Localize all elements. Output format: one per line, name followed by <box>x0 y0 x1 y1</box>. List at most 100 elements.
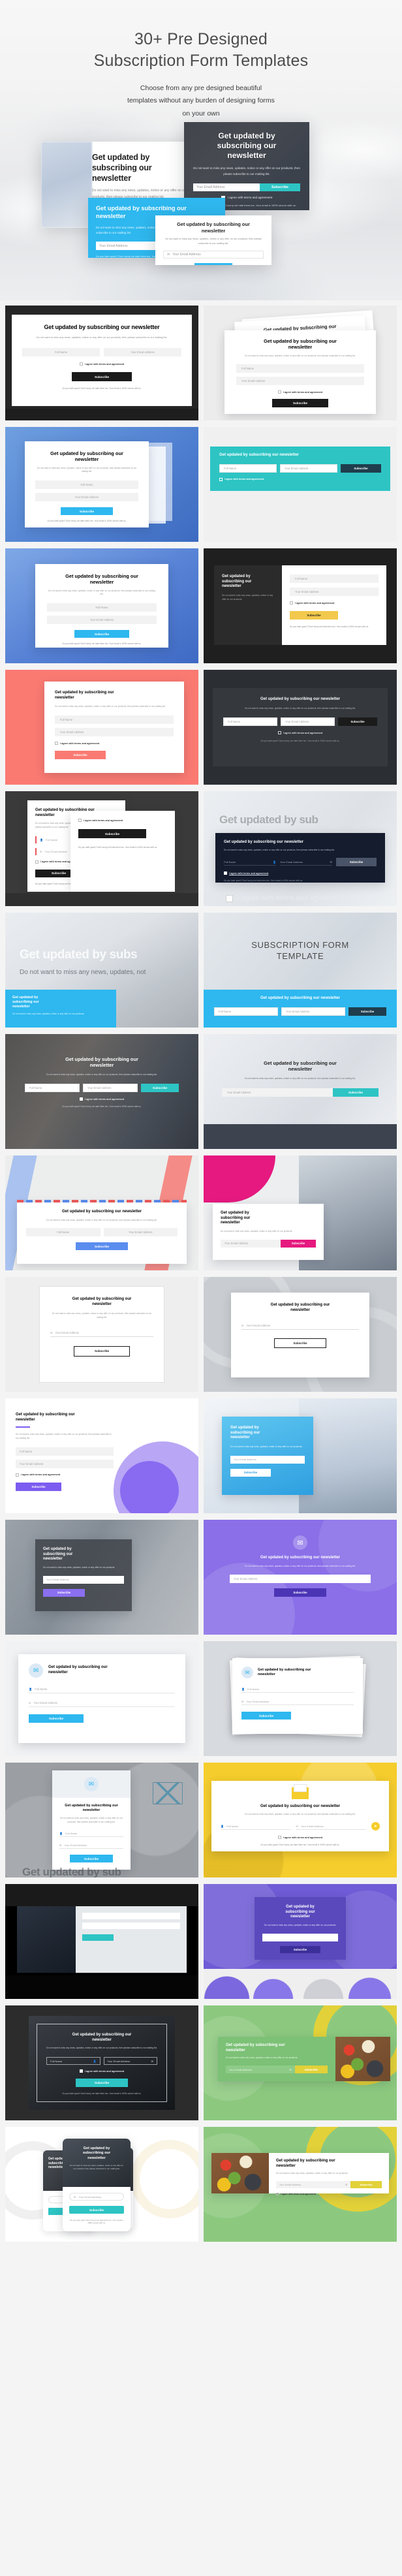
agree-checkbox-row[interactable]: I agree with terms and agreement <box>219 477 381 481</box>
template-tile[interactable]: Get updated by subscribing our newslette… <box>5 791 198 906</box>
subscribe-button[interactable]: Subscribe <box>72 372 132 382</box>
template-tile[interactable]: Get updated by subscribing our newslette… <box>204 1884 397 1999</box>
email-input[interactable]: Your Email Address <box>55 728 174 737</box>
email-input[interactable]: Your Email Address <box>103 1228 178 1237</box>
template-tile[interactable]: Get updated by subscribing our newslette… <box>204 2005 397 2120</box>
email-input[interactable]: ✉ Your Email Address <box>50 1329 153 1337</box>
agree-checkbox-row[interactable]: I agree with terms and agreement <box>236 390 364 394</box>
subscribe-button[interactable]: Subscribe <box>76 1242 128 1251</box>
subscribe-button[interactable]: Subscribe <box>55 751 106 760</box>
checkbox-icon[interactable] <box>79 2069 83 2073</box>
email-input[interactable]: Your Email Address <box>236 377 364 386</box>
subscribe-button[interactable]: Subscribe <box>29 1714 84 1723</box>
agree-checkbox-row-large[interactable]: I agree with terms and agreement <box>226 894 344 902</box>
subscribe-button[interactable]: Subscribe <box>69 2206 124 2214</box>
template-tile[interactable]: Get updated by subscribing our newslette… <box>204 427 397 542</box>
name-input[interactable]: Full Name 👤 <box>224 858 276 866</box>
subscribe-button[interactable]: Subscribe <box>241 1712 291 1720</box>
email-input[interactable]: Your Email Address <box>280 463 337 473</box>
name-input[interactable]: Full Name <box>223 717 277 727</box>
email-input[interactable]: Your Email Address ✉ <box>276 2181 350 2189</box>
subscribe-button[interactable]: Subscribe <box>43 1588 85 1597</box>
email-input[interactable]: Your Email Address <box>281 717 335 727</box>
agree-checkbox-row[interactable]: I agree with terms and agreement <box>55 742 174 746</box>
subscribe-button[interactable]: Subscribe <box>280 1945 320 1953</box>
template-tile[interactable]: Get updated by subscribing our newslette… <box>5 427 198 542</box>
template-tile[interactable]: ✉ Get updated by subscribing our newslet… <box>204 1520 397 1635</box>
checkbox-icon[interactable] <box>277 731 281 735</box>
template-tile[interactable]: Get updated by subscribing our newslette… <box>204 1034 397 1149</box>
name-input[interactable]: Full Name <box>47 603 157 612</box>
subscribe-button[interactable]: Subscribe <box>16 1482 61 1491</box>
email-input[interactable]: ✉ Your Email Address <box>69 2193 124 2201</box>
template-tile[interactable]: Get updated by subscribing our newslette… <box>204 1155 397 1270</box>
checkbox-icon[interactable] <box>290 601 293 605</box>
template-tile[interactable]: Get updated by subscribing our newslette… <box>204 1763 397 1877</box>
email-input[interactable]: Your Email Address ✉ <box>103 2057 157 2066</box>
checkbox-icon[interactable] <box>35 860 39 864</box>
name-input[interactable] <box>82 1913 180 1919</box>
template-tile[interactable]: Get updated by subscribing our newslette… <box>204 2127 397 2242</box>
email-input[interactable]: Your Email Address <box>47 616 157 625</box>
template-tile[interactable]: Get updated by subscribing our newslette… <box>5 2005 198 2120</box>
checkbox-icon[interactable] <box>55 742 58 746</box>
subscribe-button[interactable]: Subscribe <box>336 858 377 867</box>
subscribe-button[interactable]: Subscribe <box>295 2066 328 2074</box>
template-tile[interactable]: Get updated by subscribing our newslette… <box>5 306 198 420</box>
email-input[interactable]: Your Email Address <box>83 1084 138 1093</box>
checkbox-icon[interactable] <box>224 872 227 875</box>
email-input[interactable]: Your Email Address <box>222 1088 333 1097</box>
subscribe-button[interactable]: Subscribe <box>70 1855 113 1863</box>
checkbox-icon[interactable] <box>78 819 82 822</box>
template-tile[interactable]: Get updated by subscribing our newslette… <box>204 548 397 663</box>
subscribe-button[interactable]: Subscribe <box>230 1468 271 1477</box>
email-input[interactable] <box>262 1933 338 1941</box>
email-field[interactable]: ✉ Your Email Address <box>163 251 264 259</box>
email-input[interactable]: Your Email Address <box>230 1575 371 1584</box>
email-input[interactable]: Your Email Address <box>35 493 138 502</box>
template-tile[interactable]: Get updated by subscribing our newslette… <box>5 1155 198 1270</box>
template-tile[interactable] <box>5 1884 198 1999</box>
agree-checkbox-row[interactable]: I agree with terms and agreement <box>46 2069 157 2073</box>
subscribe-button[interactable]: Subscribe <box>338 717 377 727</box>
email-input[interactable]: Your Email Address <box>230 1455 305 1464</box>
template-tile[interactable]: Get updated by subscribing our newslette… <box>5 1398 198 1513</box>
checkbox-icon[interactable] <box>219 477 223 481</box>
name-input[interactable]: 👤 Full Name <box>59 1830 123 1838</box>
name-input[interactable]: Full Name <box>16 1447 114 1456</box>
email-input[interactable]: Your Email Address <box>221 1239 281 1248</box>
subscribe-button[interactable]: Subscribe <box>348 1007 386 1016</box>
template-tile[interactable]: SUBSCRIPTION FORM TEMPLATE Get updated b… <box>204 913 397 1028</box>
template-tile[interactable]: Get updated by subscribing our newslette… <box>5 2127 198 2242</box>
template-tile[interactable]: Get updated by subscribing our newslette… <box>5 548 198 663</box>
name-input[interactable]: 👤 Full Name <box>29 1686 175 1693</box>
template-tile[interactable]: Get updated by subs Do not want to miss … <box>5 913 198 1028</box>
template-tile[interactable]: Get updated by subscribing our newslette… <box>5 670 198 785</box>
email-input[interactable]: ✉ Your Email Address <box>296 1823 366 1830</box>
agree-checkbox-row[interactable]: I agree with terms and agreement <box>16 1473 188 1477</box>
template-tile[interactable]: Get updated by sub Get updated by subscr… <box>204 791 397 906</box>
agree-checkbox-row[interactable]: I agree with terms and agreement <box>221 1836 380 1840</box>
agree-checkbox-row[interactable]: I agree with terms and agreement <box>78 819 167 822</box>
name-input[interactable]: Full Name <box>25 1084 80 1093</box>
name-input[interactable]: Full Name 👤 <box>46 2057 100 2066</box>
template-tile[interactable]: Get updated by subscribing our newslette… <box>5 1520 198 1635</box>
template-tile[interactable]: ✉ Get updated by subscribing our newslet… <box>204 1641 397 1756</box>
agree-checkbox-row[interactable]: I agree with terms and agreement <box>25 1097 179 1101</box>
checkbox-icon[interactable] <box>277 390 281 394</box>
subscribe-button[interactable]: Subscribe <box>260 183 300 191</box>
email-input[interactable]: ✉ Your Email Address <box>241 1322 359 1330</box>
subscribe-button[interactable]: Subscribe <box>141 1084 179 1093</box>
template-tile[interactable]: Get updated by subscribing our newslette… <box>204 670 397 785</box>
subscribe-button[interactable]: Subscribe <box>290 611 338 620</box>
template-tile[interactable]: ✉ Get updated by subscribing our newslet… <box>5 1763 198 1877</box>
checkbox-icon[interactable] <box>276 2193 279 2196</box>
subscribe-button[interactable]: Subscribe <box>74 1345 130 1357</box>
name-input[interactable]: Full Name <box>35 480 138 490</box>
name-input[interactable]: Full Name <box>26 1228 100 1237</box>
send-icon[interactable]: ➤ <box>371 1822 380 1831</box>
email-input[interactable]: ✉ Your Email Address <box>29 1699 175 1707</box>
subscribe-button[interactable]: Subscribe <box>272 399 328 408</box>
checkbox-icon[interactable] <box>79 1097 83 1101</box>
name-input[interactable]: Full Name <box>236 364 364 373</box>
